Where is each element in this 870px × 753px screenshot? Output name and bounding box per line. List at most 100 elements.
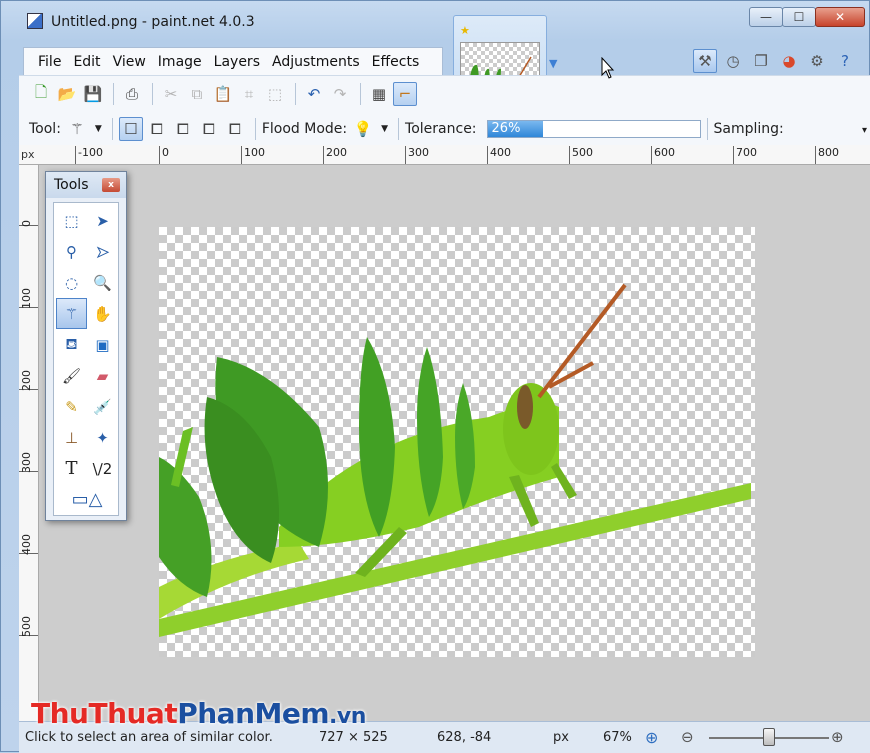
image-canvas[interactable] [159,227,755,657]
zoom-slider-thumb[interactable] [763,728,775,746]
zoom-tool-icon[interactable]: 🔍 [87,267,118,298]
watermark-part1: Thu [31,697,89,730]
lasso-select-tool-icon[interactable]: ⚲ [56,236,87,267]
rectangle-select-tool-icon[interactable]: ⬚ [56,205,87,236]
toolbar-separator [113,83,114,105]
new-image-icon[interactable]: 🗋 [29,82,53,106]
menu-adjustments[interactable]: Adjustments [266,54,366,70]
colors-window-toggle-icon[interactable]: ◕ [777,49,801,73]
magic-wand-icon[interactable]: ⚚ [65,117,89,141]
rulers-icon[interactable]: ⌐ [393,82,417,106]
selection-mode-exclude-icon[interactable]: ⧠ [171,117,195,141]
toolbar-separator [706,118,708,140]
tool-dropdown-arrow-icon[interactable]: ▼ [95,124,102,134]
paste-icon[interactable]: 📋 [211,82,235,106]
settings-gear-icon[interactable]: ⚙ [805,49,829,73]
deselect-icon[interactable]: ⬚ [263,82,287,106]
tolerance-value: 26% [491,121,521,136]
maximize-button[interactable]: ☐ [782,7,816,27]
crop-to-selection-icon[interactable]: ⌗ [237,82,261,106]
menu-view[interactable]: View [107,54,152,70]
move-selected-pixels-tool-icon[interactable]: ➤ [87,205,118,236]
ruler-h-label: 700 [733,146,757,164]
close-button[interactable]: ✕ [815,7,865,27]
ruler-v-label: 300 [20,452,33,473]
pan-tool-icon[interactable]: ✋ [87,298,118,329]
move-selection-tool-icon[interactable]: ➤ [87,236,118,267]
gradient-tool-icon[interactable]: ▣ [87,329,118,360]
menu-bar: File Edit View Image Layers Adjustments … [23,47,443,75]
menu-file[interactable]: File [32,54,67,70]
paint-bucket-tool-icon[interactable]: ⛾ [56,329,87,360]
paintnet-app-icon[interactable] [27,13,43,29]
save-icon[interactable]: 💾 [81,82,105,106]
clone-stamp-tool-icon[interactable]: ⊥ [56,422,87,453]
ruler-h-label: 200 [323,146,347,164]
ruler-h-label: 600 [651,146,675,164]
sampling-label: Sampling: [713,121,784,137]
layers-window-toggle-icon[interactable]: ❐ [749,49,773,73]
magic-wand-tool-icon[interactable]: ⚚ [56,298,87,329]
units-selector[interactable]: px [553,730,569,745]
image-size: 727 × 525 [319,730,388,745]
image-list-dropdown-icon[interactable]: ▼ [549,57,557,70]
watermark-part3: PhanMem [177,697,330,730]
ruler-v-label: 200 [20,370,33,391]
menu-effects[interactable]: Effects [366,54,426,70]
zoom-in-icon[interactable]: ⊕ [831,728,844,746]
pencil-tool-icon[interactable]: ✎ [56,391,87,422]
flood-mode-dropdown-arrow-icon[interactable]: ▼ [381,124,388,134]
flood-mode-lightbulb-icon[interactable]: 💡 [351,117,375,141]
zoom-to-window-icon[interactable]: ⊕ [645,728,658,747]
main-toolbar: 🗋 📂 💾 ⎙ ✂ ⧉ 📋 ⌗ ⬚ ↶ ↷ ▦ ⌐ [29,78,419,110]
history-window-toggle-icon[interactable]: ◷ [721,49,745,73]
horizontal-ruler: px -100 0 100 200 300 400 500 600 700 80… [19,145,870,165]
recolor-tool-icon[interactable]: ✦ [87,422,118,453]
mouse-cursor-icon [601,57,615,79]
ruler-h-label: -100 [75,146,103,164]
print-icon[interactable]: ⎙ [120,82,144,106]
eraser-tool-icon[interactable]: ▰ [87,360,118,391]
zoom-out-icon[interactable]: ⊖ [681,728,694,746]
canvas-workspace[interactable] [39,165,870,721]
copy-icon[interactable]: ⧉ [185,82,209,106]
tools-window-close-button[interactable]: x [102,178,120,192]
toolbar-overflow-icon[interactable]: ▾ [862,125,867,136]
selection-mode-union-icon[interactable]: ⧠ [145,117,169,141]
undo-icon[interactable]: ↶ [302,82,326,106]
shapes-tool-icon[interactable]: ▭△ [56,484,118,515]
line-curve-tool-icon[interactable]: \∕2 [87,453,118,484]
tolerance-slider[interactable]: 26% [486,120,701,138]
toolbar-separator [111,118,113,140]
tools-window-toggle-icon[interactable]: ⚒ [693,49,717,73]
panel-toggles: ⚒ ◷ ❐ ◕ ⚙ ? [693,49,861,73]
tools-window[interactable]: Tools x ⬚ ➤ ⚲ ➤ ◌ 🔍 ⚚ ✋ ⛾ ▣ 🖌 ▰ ✎ 💉 ⊥ ✦ … [45,171,127,521]
cut-icon[interactable]: ✂ [159,82,183,106]
selection-mode-replace-icon[interactable]: ☐ [118,117,143,141]
color-picker-tool-icon[interactable]: 💉 [87,391,118,422]
menu-image[interactable]: Image [152,54,208,70]
ellipse-select-tool-icon[interactable]: ◌ [56,267,87,298]
flood-mode-label: Flood Mode: [261,121,348,137]
window-title: Untitled.png - paint.net 4.0.3 [51,14,255,30]
menu-layers[interactable]: Layers [208,54,266,70]
minimize-button[interactable]: — [749,7,783,27]
selection-mode-intersect-icon[interactable]: ⧠ [197,117,221,141]
menu-edit[interactable]: Edit [67,54,106,70]
redo-icon[interactable]: ↷ [328,82,352,106]
zoom-level[interactable]: 67% [603,730,632,745]
vertical-ruler: 0 100 200 300 400 500 [19,165,39,721]
toolbar-separator [254,118,256,140]
grid-icon[interactable]: ▦ [367,82,391,106]
ruler-h-label: 300 [405,146,429,164]
selection-mode-invert-icon[interactable]: ⧠ [223,117,247,141]
text-tool-icon[interactable]: T [56,453,87,484]
site-watermark: ThuThuatPhanMem.vn [31,697,366,730]
help-icon[interactable]: ? [833,49,857,73]
tools-grid: ⬚ ➤ ⚲ ➤ ◌ 🔍 ⚚ ✋ ⛾ ▣ 🖌 ▰ ✎ 💉 ⊥ ✦ T \∕2 ▭△ [53,202,119,516]
tool-label: Tool: [29,121,61,137]
open-folder-icon[interactable]: 📂 [55,82,79,106]
cursor-position: 628, -84 [437,730,492,745]
toolbar-separator [360,83,361,105]
paintbrush-tool-icon[interactable]: 🖌 [56,360,87,391]
